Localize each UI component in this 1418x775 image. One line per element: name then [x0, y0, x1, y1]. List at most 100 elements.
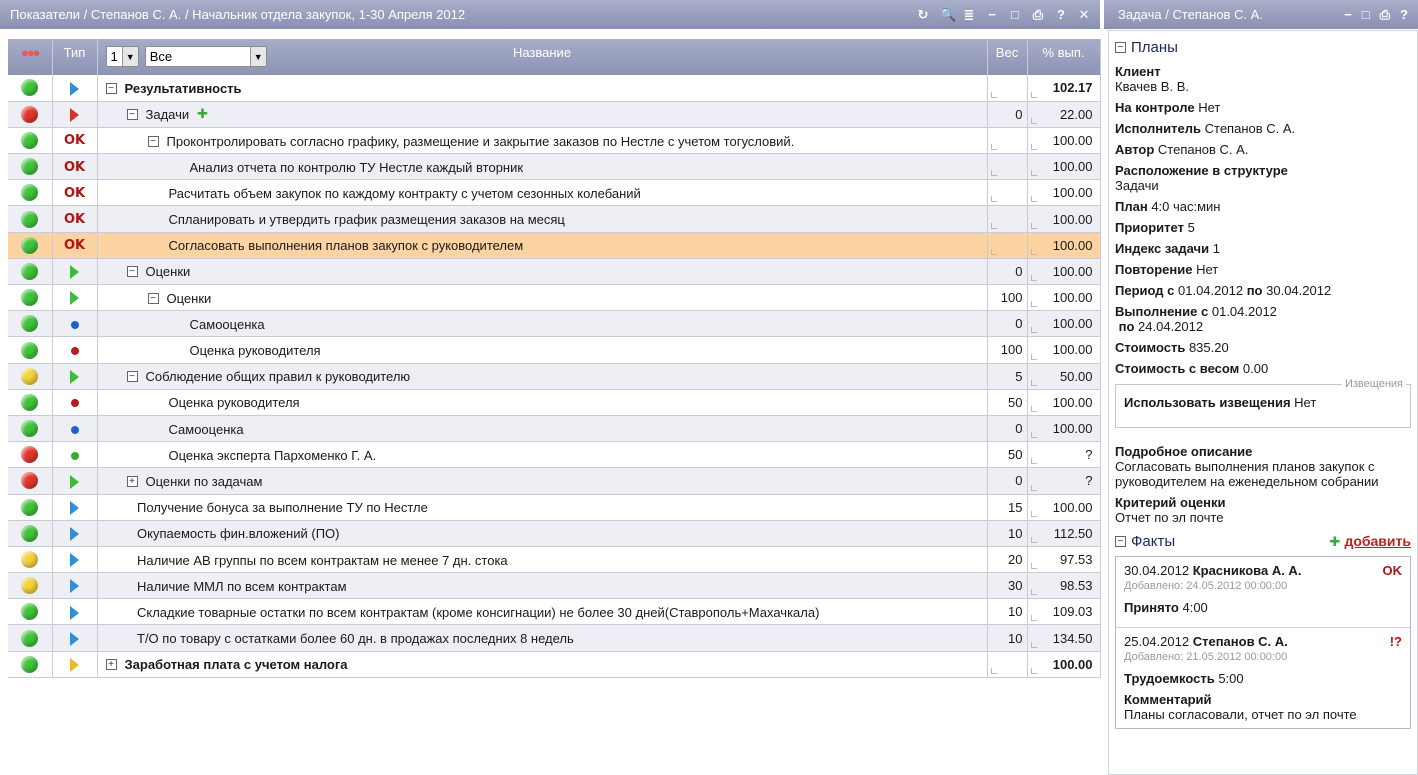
collapse-icon[interactable]: −	[126, 266, 138, 278]
weight-cell[interactable]: 20	[987, 546, 1028, 574]
weight-cell[interactable]: 0	[987, 310, 1028, 338]
collapse-icon[interactable]: −	[126, 371, 138, 383]
table-row[interactable]: Оценка эксперта Пархоменко Г. А. 50?	[8, 441, 1101, 469]
percent-cell[interactable]: 100.00	[1027, 651, 1101, 678]
collapse-icon[interactable]: −	[1115, 536, 1126, 547]
table-row[interactable]: − Оценки 100 100.00	[8, 284, 1101, 312]
collapse-icon[interactable]: −	[126, 109, 138, 121]
weight-column-header[interactable]: Вес	[987, 39, 1028, 75]
list-icon[interactable]: ≣	[963, 7, 975, 23]
table-row[interactable]: OK Анализ отчета по контролю ТУ Нестле ка…	[8, 153, 1101, 181]
filter-select[interactable]: Все ▼	[144, 46, 267, 67]
percent-cell[interactable]: 102.17	[1027, 75, 1101, 102]
use-notifications-field[interactable]: Использовать извещения Нет	[1124, 395, 1402, 410]
name-column-label[interactable]: Название	[513, 45, 571, 60]
collapse-icon[interactable]: −	[1115, 42, 1126, 53]
name-cell[interactable]: Спланировать и утвердить график размещен…	[97, 205, 988, 233]
percent-cell[interactable]: 100.00	[1027, 389, 1101, 416]
weight-cell[interactable]	[987, 232, 1028, 259]
table-row[interactable]: Оценка руководителя 50 100.00	[8, 389, 1101, 416]
collapse-icon[interactable]: −	[147, 135, 159, 147]
close-icon[interactable]: ✕	[1078, 7, 1090, 23]
add-fact-button[interactable]: ✚ добавить	[1330, 533, 1411, 550]
percent-cell[interactable]: ?	[1027, 467, 1101, 495]
table-row[interactable]: Самооценка 0 100.00	[8, 310, 1101, 338]
table-row[interactable]: − Соблюдение общих правил к руководителю 5…	[8, 363, 1101, 390]
percent-column-header[interactable]: % вып.	[1027, 39, 1101, 75]
percent-cell[interactable]: 97.53	[1027, 546, 1101, 574]
name-cell[interactable]: Самооценка	[97, 415, 988, 443]
table-row[interactable]: − Задачи ✚ 0 22.00	[8, 101, 1101, 128]
weight-cell[interactable]	[987, 127, 1028, 155]
weight-cell[interactable]: 10	[987, 520, 1028, 547]
name-cell[interactable]: − Соблюдение общих правил к руководителю	[97, 363, 988, 390]
percent-cell[interactable]: 50.00	[1027, 363, 1101, 390]
weight-cell[interactable]: 0	[987, 101, 1028, 128]
maximize-icon[interactable]: □	[1009, 7, 1021, 22]
table-row[interactable]: + Заработная плата с учетом налога 100.00	[8, 651, 1101, 678]
level-select[interactable]: 1 ▼	[105, 46, 139, 67]
percent-cell[interactable]: 100.00	[1027, 232, 1101, 259]
percent-cell[interactable]: 100.00	[1027, 336, 1101, 364]
minimize-icon[interactable]: −	[1344, 7, 1352, 23]
weight-cell[interactable]: 100	[987, 336, 1028, 364]
name-cell[interactable]: − Задачи ✚	[97, 101, 988, 128]
name-cell[interactable]: Оценка руководителя	[97, 389, 988, 416]
percent-cell[interactable]: 100.00	[1027, 205, 1101, 233]
name-cell[interactable]: Т/О по товару с остатками более 60 дн. в…	[97, 624, 988, 652]
name-cell[interactable]: Наличие АВ группы по всем контрактам не …	[97, 546, 988, 574]
status-column-header[interactable]: ●●●	[8, 39, 53, 75]
table-row[interactable]: Наличие АВ группы по всем контрактам не …	[8, 546, 1101, 574]
name-cell[interactable]: Оценка руководителя	[97, 336, 988, 364]
search-icon[interactable]: 🔍	[940, 7, 956, 23]
refresh-icon[interactable]: ↻	[917, 7, 929, 23]
weight-cell[interactable]: 10	[987, 624, 1028, 652]
weight-cell[interactable]: 50	[987, 389, 1028, 416]
fact-item[interactable]: 25.04.2012 Степанов С. А.!? Добавлено: 2…	[1116, 628, 1410, 728]
name-cell[interactable]: Самооценка	[97, 310, 988, 338]
name-cell[interactable]: Складкие товарные остатки по всем контра…	[97, 598, 988, 626]
name-cell[interactable]: Наличие ММЛ по всем контрактам	[97, 572, 988, 600]
weight-cell[interactable]: 0	[987, 415, 1028, 443]
percent-cell[interactable]: 100.00	[1027, 127, 1101, 155]
weight-cell[interactable]: 50	[987, 441, 1028, 469]
percent-cell[interactable]: 100.00	[1027, 153, 1101, 181]
help-icon[interactable]: ?	[1055, 7, 1067, 22]
maximize-icon[interactable]: □	[1362, 7, 1370, 23]
collapse-icon[interactable]: −	[147, 292, 159, 304]
weight-cell[interactable]: 15	[987, 494, 1028, 521]
percent-cell[interactable]: 100.00	[1027, 258, 1101, 286]
minimize-icon[interactable]: −	[986, 7, 998, 22]
name-cell[interactable]: Согласовать выполнения планов закупок с …	[97, 232, 988, 259]
percent-cell[interactable]: 100.00	[1027, 284, 1101, 312]
type-column-header[interactable]: Тип	[52, 39, 98, 75]
help-icon[interactable]: ?	[1400, 7, 1408, 23]
weight-cell[interactable]	[987, 179, 1028, 207]
name-cell[interactable]: Получение бонуса за выполнение ТУ по Нес…	[97, 494, 988, 521]
weight-cell[interactable]: 100	[987, 284, 1028, 312]
name-cell[interactable]: Анализ отчета по контролю ТУ Нестле кажд…	[97, 153, 988, 181]
percent-cell[interactable]: 98.53	[1027, 572, 1101, 600]
table-row[interactable]: − Результативность 102.17	[8, 75, 1101, 102]
name-cell[interactable]: Окупаемость фин.вложений (ПО)	[97, 520, 988, 547]
weight-cell[interactable]: 0	[987, 467, 1028, 495]
weight-cell[interactable]	[987, 75, 1028, 102]
collapse-icon[interactable]: −	[105, 82, 117, 94]
name-cell[interactable]: − Результативность	[97, 75, 988, 102]
table-row[interactable]: OK − Проконтролировать согласно графику, р…	[8, 127, 1101, 155]
weight-cell[interactable]: 30	[987, 572, 1028, 600]
table-row[interactable]: Самооценка 0 100.00	[8, 415, 1101, 443]
weight-cell[interactable]	[987, 153, 1028, 181]
weight-cell[interactable]	[987, 205, 1028, 233]
percent-cell[interactable]: 100.00	[1027, 179, 1101, 207]
add-icon[interactable]: ✚	[197, 106, 208, 121]
percent-cell[interactable]: ?	[1027, 441, 1101, 469]
table-row[interactable]: OK Спланировать и утвердить график размещ…	[8, 205, 1101, 233]
table-row[interactable]: OK Расчитать объем закупок по каждому кон…	[8, 179, 1101, 207]
percent-cell[interactable]: 100.00	[1027, 415, 1101, 443]
percent-cell[interactable]: 22.00	[1027, 101, 1101, 128]
table-row[interactable]: OK Согласовать выполнения планов закупок …	[8, 232, 1101, 259]
percent-cell[interactable]: 112.50	[1027, 520, 1101, 547]
percent-cell[interactable]: 109.03	[1027, 598, 1101, 626]
name-cell[interactable]: − Оценки	[97, 284, 988, 312]
